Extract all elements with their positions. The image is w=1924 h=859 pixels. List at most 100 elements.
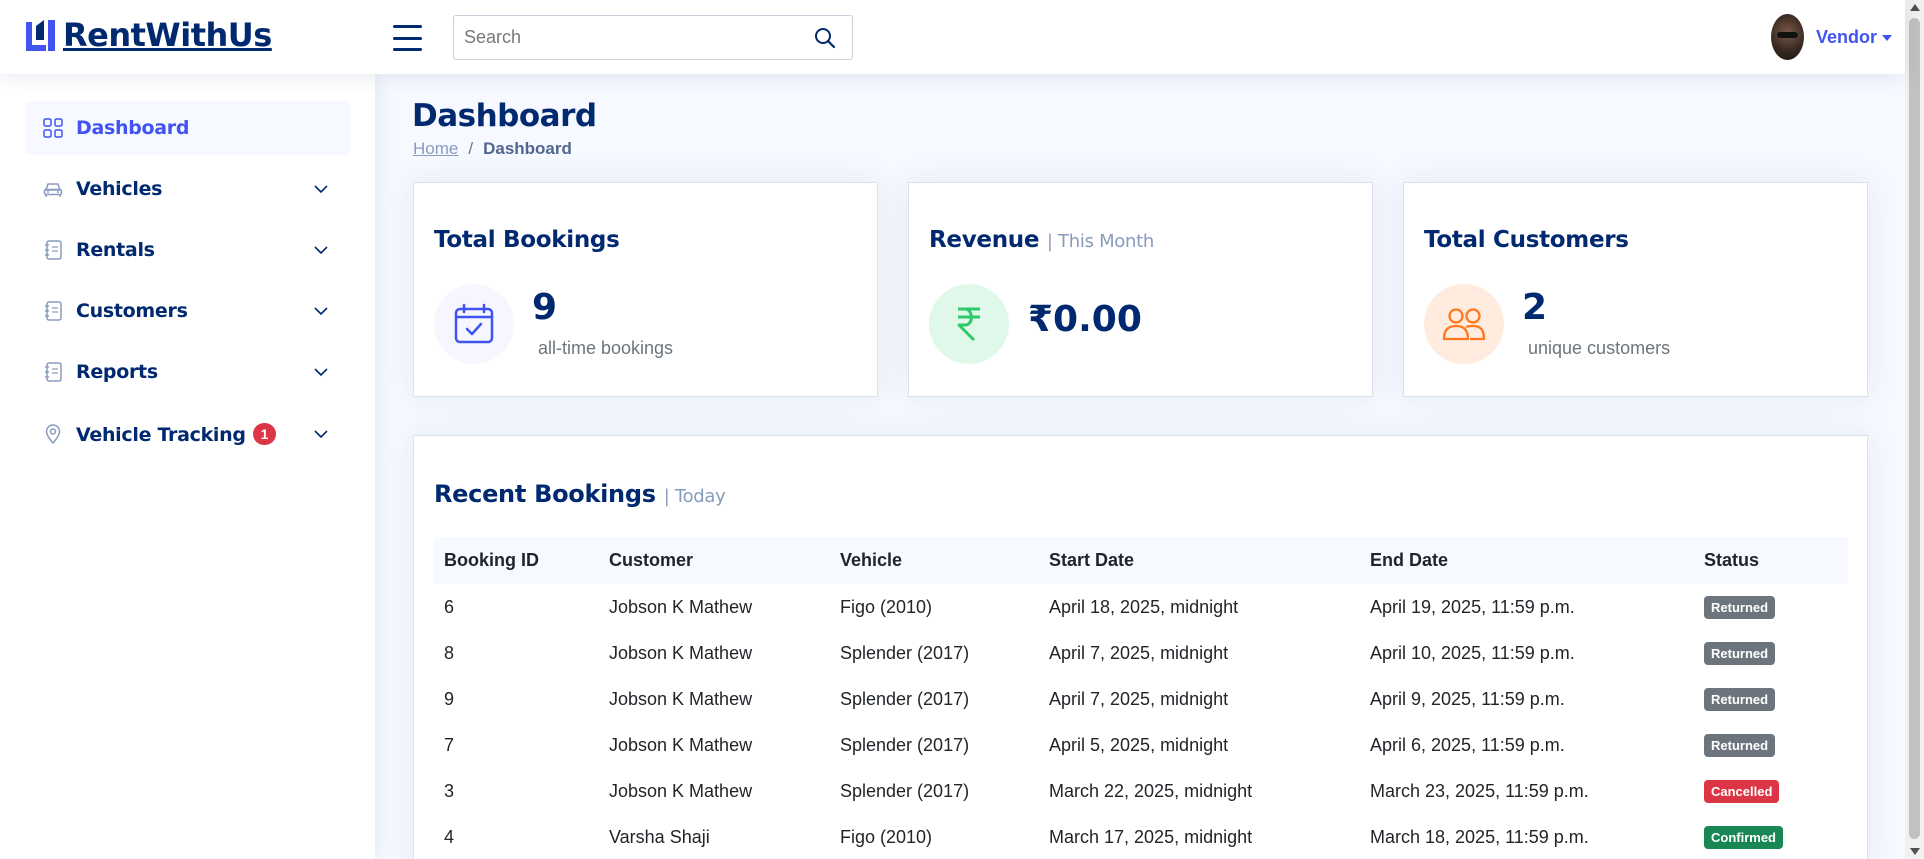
people-icon-circle <box>1424 284 1504 364</box>
customer-name: Varsha Shaji <box>609 826 710 847</box>
chevron-down-icon <box>314 430 328 439</box>
logo[interactable]: RentWithUs <box>24 16 272 54</box>
sidebar-item-dashboard[interactable]: Dashboard <box>25 101 350 155</box>
start-date: March 22, 2025, midnight <box>1049 780 1253 801</box>
chevron-down-icon <box>314 368 328 377</box>
status-badge: Returned <box>1704 641 1776 665</box>
booking-id: 7 <box>444 734 455 755</box>
status-cell: Returned <box>1694 630 1848 676</box>
sidebar-item-vehicles[interactable]: Vehicles <box>25 162 350 216</box>
recent-bookings-card: Recent Bookings | Today Booking ID Custo… <box>413 435 1868 859</box>
geo-pin-icon <box>45 424 61 444</box>
card-title-text: Recent Bookings <box>434 480 656 508</box>
start-date: March 17, 2025, midnight <box>1049 826 1253 847</box>
scroll-down-arrow-icon[interactable] <box>1910 848 1920 855</box>
end-date: April 6, 2025, 11:59 p.m. <box>1370 734 1565 755</box>
vehicle-name: Splender (2017) <box>840 734 970 755</box>
chevron-down-icon <box>314 246 328 255</box>
people-icon <box>1442 308 1486 341</box>
customer-name: Jobson K Mathew <box>609 642 753 663</box>
total-customers-caption: unique customers <box>1528 338 1671 358</box>
status-badge: Confirmed <box>1704 825 1783 849</box>
sidebar-item-label: Vehicles <box>76 178 163 200</box>
caret-down-icon <box>1882 35 1893 41</box>
breadcrumb-home-link[interactable]: Home <box>413 139 458 159</box>
user-menu[interactable]: Vendor <box>1771 14 1893 60</box>
breadcrumb-separator: / <box>468 139 474 158</box>
start-date: April 7, 2025, midnight <box>1049 642 1229 663</box>
total-customers-value: 2 <box>1522 287 1548 328</box>
recent-bookings-table: Booking ID Customer Vehicle Start Date E… <box>434 537 1848 859</box>
table-header-row: Booking ID Customer Vehicle Start Date E… <box>434 537 1848 584</box>
journal-icon <box>45 362 62 382</box>
vehicle-name: Figo (2010) <box>840 596 933 617</box>
column-header: End Date <box>1370 550 1449 570</box>
avatar <box>1771 14 1804 60</box>
column-header: Booking ID <box>444 550 539 570</box>
logo-icon <box>26 20 55 51</box>
search-icon[interactable] <box>814 27 836 49</box>
status-cell: Returned <box>1694 722 1848 768</box>
page-title: Dashboard <box>412 98 597 134</box>
status-cell: Confirmed <box>1694 814 1848 859</box>
vehicle-name: Splender (2017) <box>840 642 970 663</box>
vertical-scrollbar[interactable] <box>1905 0 1924 859</box>
car-icon <box>43 183 63 197</box>
toggle-sidebar-button[interactable] <box>393 25 422 51</box>
status-cell: Returned <box>1694 676 1848 722</box>
card-subtitle: | This Month <box>1046 231 1154 252</box>
sidebar-item-label: Reports <box>76 361 158 383</box>
scrollbar-thumb[interactable] <box>1909 18 1920 839</box>
booking-id: 9 <box>444 688 455 709</box>
calendar-icon-circle <box>434 284 514 364</box>
customer-name: Jobson K Mathew <box>609 734 753 755</box>
end-date: April 9, 2025, 11:59 p.m. <box>1370 688 1565 709</box>
customer-name: Jobson K Mathew <box>609 688 753 709</box>
menu-bar <box>393 25 422 28</box>
table-row: 9 Jobson K Mathew Splender (2017) April … <box>434 676 1848 722</box>
breadcrumb: Home / Dashboard <box>413 139 572 159</box>
start-date: April 5, 2025, midnight <box>1049 734 1229 755</box>
booking-id: 6 <box>444 596 455 617</box>
start-date: April 7, 2025, midnight <box>1049 688 1229 709</box>
total-customers-card: Total Customers 2 unique customers <box>1403 182 1868 397</box>
sidebar-item-label: Dashboard <box>76 117 190 139</box>
sidebar-item-rentals[interactable]: Rentals <box>25 223 350 277</box>
sidebar-item-reports[interactable]: Reports <box>25 345 350 399</box>
column-header: Customer <box>609 550 694 570</box>
sidebar-item-customers[interactable]: Customers <box>25 284 350 338</box>
end-date: March 18, 2025, 11:59 p.m. <box>1370 826 1589 847</box>
sidebar-item-label: Vehicle Tracking 1 <box>76 422 277 446</box>
search-bar <box>453 15 853 60</box>
search-input[interactable] <box>454 16 794 59</box>
status-badge: Returned <box>1704 595 1776 619</box>
column-header: Status <box>1704 550 1760 570</box>
chevron-down-icon <box>314 307 328 316</box>
scroll-up-arrow-icon[interactable] <box>1910 4 1920 11</box>
notification-badge: 1 <box>252 422 277 445</box>
table-row: 8 Jobson K Mathew Splender (2017) April … <box>434 630 1848 676</box>
end-date: April 10, 2025, 11:59 p.m. <box>1370 642 1575 663</box>
status-badge: Returned <box>1704 733 1776 757</box>
rupee-icon <box>957 307 980 342</box>
revenue-value: ₹0.00 <box>1028 299 1142 340</box>
card-subtitle: | Today <box>663 486 726 507</box>
status-cell: Cancelled <box>1694 768 1848 814</box>
column-header: Vehicle <box>840 550 903 570</box>
card-title: Recent Bookings | Today <box>434 480 726 508</box>
total-bookings-value: 9 <box>532 287 558 328</box>
total-bookings-card: Total Bookings 9 all-time bookings <box>413 182 878 397</box>
sidebar-item-vehicle-tracking[interactable]: Vehicle Tracking 1 <box>25 407 350 461</box>
column-header: Start Date <box>1049 550 1135 570</box>
card-title: Total Customers <box>1424 227 1629 253</box>
journal-icon <box>45 240 62 260</box>
sidebar-item-text: Vehicle Tracking <box>76 423 246 446</box>
booking-id: 3 <box>444 780 455 801</box>
status-cell: Returned <box>1694 584 1848 630</box>
rupee-icon-circle <box>929 284 1009 364</box>
total-bookings-caption: all-time bookings <box>538 338 674 358</box>
vehicle-name: Splender (2017) <box>840 688 970 709</box>
table-row: 4 Varsha Shaji Figo (2010) March 17, 202… <box>434 814 1848 859</box>
chevron-down-icon <box>314 185 328 194</box>
end-date: March 23, 2025, 11:59 p.m. <box>1370 780 1589 801</box>
